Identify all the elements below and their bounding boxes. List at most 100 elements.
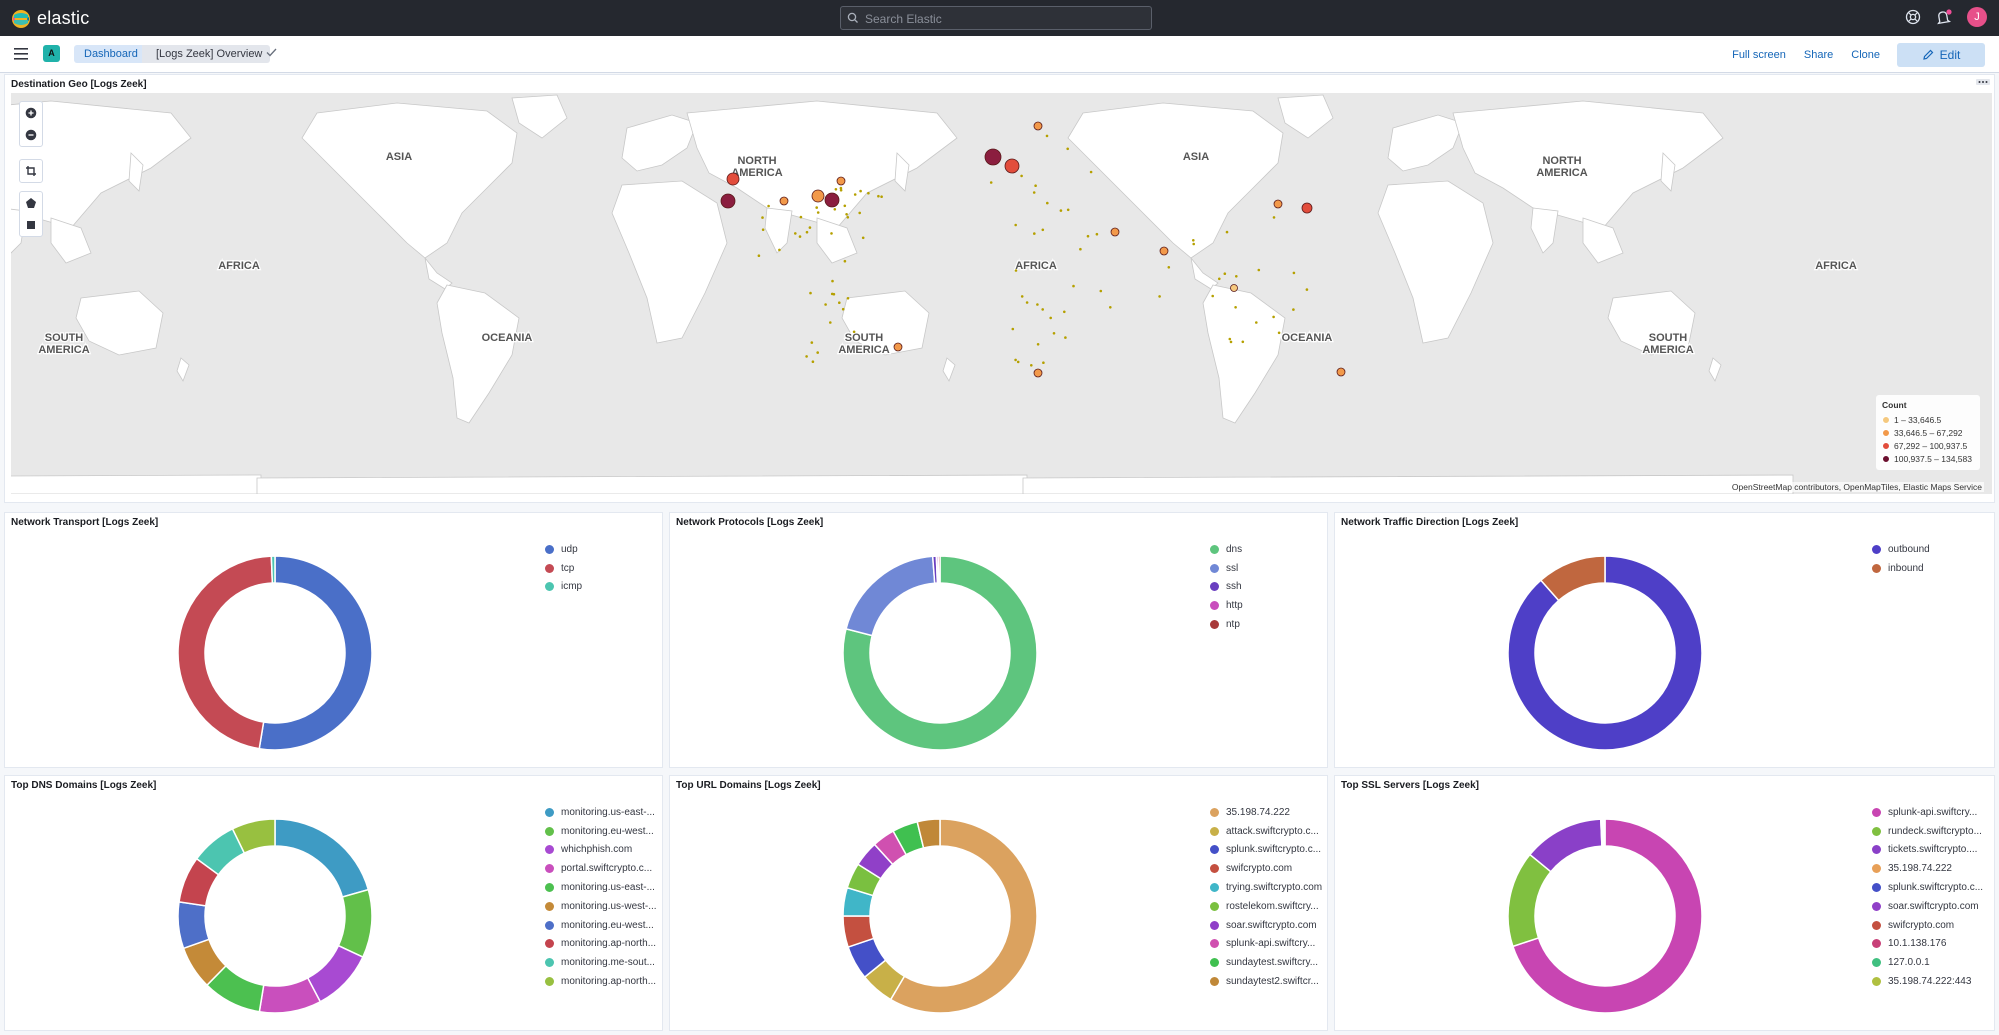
legend-item[interactable]: outbound: [1872, 540, 1930, 559]
map-marker-small[interactable]: [829, 321, 832, 324]
map-marker-small[interactable]: [810, 341, 814, 344]
legend-item[interactable]: tcp: [545, 559, 582, 578]
legend-item[interactable]: trying.swiftcrypto.com: [1210, 878, 1322, 897]
legend-item[interactable]: sundaytest.swiftcry...: [1210, 953, 1322, 972]
legend-item[interactable]: portal.swiftcrypto.c...: [545, 859, 657, 878]
map-marker[interactable]: [1033, 368, 1043, 378]
map-marker[interactable]: [1033, 121, 1043, 131]
map-marker-small[interactable]: [1235, 275, 1238, 278]
map-marker-small[interactable]: [839, 186, 843, 190]
map-marker-small[interactable]: [1192, 242, 1195, 246]
map-marker-small[interactable]: [1046, 201, 1049, 205]
map-marker-small[interactable]: [1292, 308, 1295, 311]
legend-item[interactable]: 127.0.0.1: [1872, 953, 1983, 972]
map-marker-small[interactable]: [1045, 134, 1049, 138]
legend-item[interactable]: tickets.swiftcrypto....: [1872, 841, 1983, 860]
donut-slice[interactable]: [1507, 555, 1703, 751]
legend-item[interactable]: sundaytest2.swiftcr...: [1210, 972, 1322, 991]
map-marker-small[interactable]: [1036, 303, 1039, 306]
map-marker-small[interactable]: [761, 216, 764, 219]
legend-item[interactable]: attack.swiftcrypto.c...: [1210, 822, 1322, 841]
map-marker-small[interactable]: [1095, 232, 1099, 236]
draw-polygon-button[interactable]: [19, 192, 43, 214]
map-marker-small[interactable]: [843, 259, 847, 263]
legend-item[interactable]: soar.swiftcrypto.com: [1872, 897, 1983, 916]
global-search-input[interactable]: Search Elastic: [840, 6, 1152, 30]
map-marker-small[interactable]: [1167, 266, 1171, 269]
legend-item[interactable]: 35.198.74.222: [1210, 803, 1322, 822]
legend-item[interactable]: udp: [545, 540, 582, 559]
map-marker-small[interactable]: [1272, 315, 1275, 319]
map-marker-small[interactable]: [794, 232, 797, 235]
zoom-out-button[interactable]: [19, 124, 43, 146]
map-marker-small[interactable]: [805, 355, 808, 358]
legend-item[interactable]: monitoring.us-east-...: [545, 803, 657, 822]
map-marker-small[interactable]: [1041, 228, 1045, 232]
legend-item[interactable]: inbound: [1872, 559, 1930, 578]
donut-slice[interactable]: [177, 901, 210, 950]
map-marker-small[interactable]: [824, 303, 827, 306]
clone-button[interactable]: Clone: [1842, 49, 1889, 61]
legend-item[interactable]: http: [1210, 596, 1243, 615]
legend-item[interactable]: dns: [1210, 540, 1243, 559]
fit-bounds-button[interactable]: [19, 160, 43, 182]
map-marker-small[interactable]: [1014, 269, 1018, 272]
world-map-canvas[interactable]: ASIA AFRICA SOUTH AMERICA OCEANIA NORTH AMERIC…: [11, 93, 1992, 494]
user-avatar[interactable]: J: [1967, 7, 1987, 27]
map-marker-small[interactable]: [1099, 289, 1103, 293]
map-marker[interactable]: [1230, 284, 1238, 292]
map-marker-small[interactable]: [1079, 247, 1082, 251]
map-marker-small[interactable]: [1072, 284, 1075, 288]
map-marker-small[interactable]: [861, 236, 865, 240]
legend-item[interactable]: splunk-api.swiftcry...: [1210, 935, 1322, 954]
legend-item[interactable]: monitoring.eu-west...: [545, 916, 657, 935]
map-marker[interactable]: [1004, 158, 1020, 174]
map-marker[interactable]: [984, 148, 1002, 166]
map-marker-small[interactable]: [1041, 308, 1044, 311]
donut-chart[interactable]: [840, 553, 1040, 753]
map-marker-small[interactable]: [858, 211, 861, 215]
map-marker[interactable]: [1336, 367, 1346, 377]
map-marker-small[interactable]: [1016, 360, 1020, 364]
donut-slice[interactable]: [258, 976, 322, 1014]
map-marker-small[interactable]: [1225, 230, 1229, 234]
map-marker-small[interactable]: [845, 213, 848, 216]
donut-chart[interactable]: [175, 816, 375, 1016]
legend-item[interactable]: soar.swiftcrypto.com: [1210, 916, 1322, 935]
legend-item[interactable]: swifcrypto.com: [1210, 859, 1322, 878]
map-marker-small[interactable]: [1033, 232, 1036, 235]
map-marker-small[interactable]: [1228, 337, 1232, 341]
map-marker-small[interactable]: [1066, 147, 1069, 151]
map-marker[interactable]: [893, 342, 903, 352]
map-marker-small[interactable]: [832, 292, 836, 296]
map-marker[interactable]: [811, 189, 825, 203]
donut-chart[interactable]: [1505, 816, 1705, 1016]
map-marker-small[interactable]: [838, 301, 841, 304]
map-marker-small[interactable]: [1229, 340, 1233, 344]
legend-item[interactable]: ssl: [1210, 559, 1243, 578]
map-marker-small[interactable]: [1032, 191, 1036, 194]
legend-item[interactable]: icmp: [545, 578, 582, 597]
donut-slice[interactable]: [274, 818, 370, 898]
map-marker-small[interactable]: [880, 195, 883, 198]
menu-hamburger-icon[interactable]: [14, 48, 28, 60]
map-marker-small[interactable]: [1218, 277, 1221, 281]
donut-slice[interactable]: [270, 555, 276, 584]
map-marker-small[interactable]: [846, 216, 850, 219]
donut-slice[interactable]: [1603, 818, 1606, 847]
map-marker-small[interactable]: [761, 228, 765, 231]
legend-item[interactable]: monitoring.ap-north...: [545, 972, 657, 991]
map-marker-small[interactable]: [778, 248, 781, 252]
legend-item[interactable]: swifcrypto.com: [1872, 916, 1983, 935]
map-marker[interactable]: [1273, 199, 1283, 209]
legend-item[interactable]: ssh: [1210, 578, 1243, 597]
help-icon[interactable]: [1905, 9, 1921, 25]
map-marker-small[interactable]: [1030, 364, 1033, 367]
zoom-in-button[interactable]: [19, 102, 43, 124]
map-marker-small[interactable]: [1109, 306, 1112, 309]
map-marker-small[interactable]: [816, 211, 820, 214]
map-marker[interactable]: [779, 196, 789, 206]
map-marker[interactable]: [836, 176, 846, 186]
map-marker-small[interactable]: [1011, 327, 1015, 331]
map-marker-small[interactable]: [1255, 321, 1258, 324]
